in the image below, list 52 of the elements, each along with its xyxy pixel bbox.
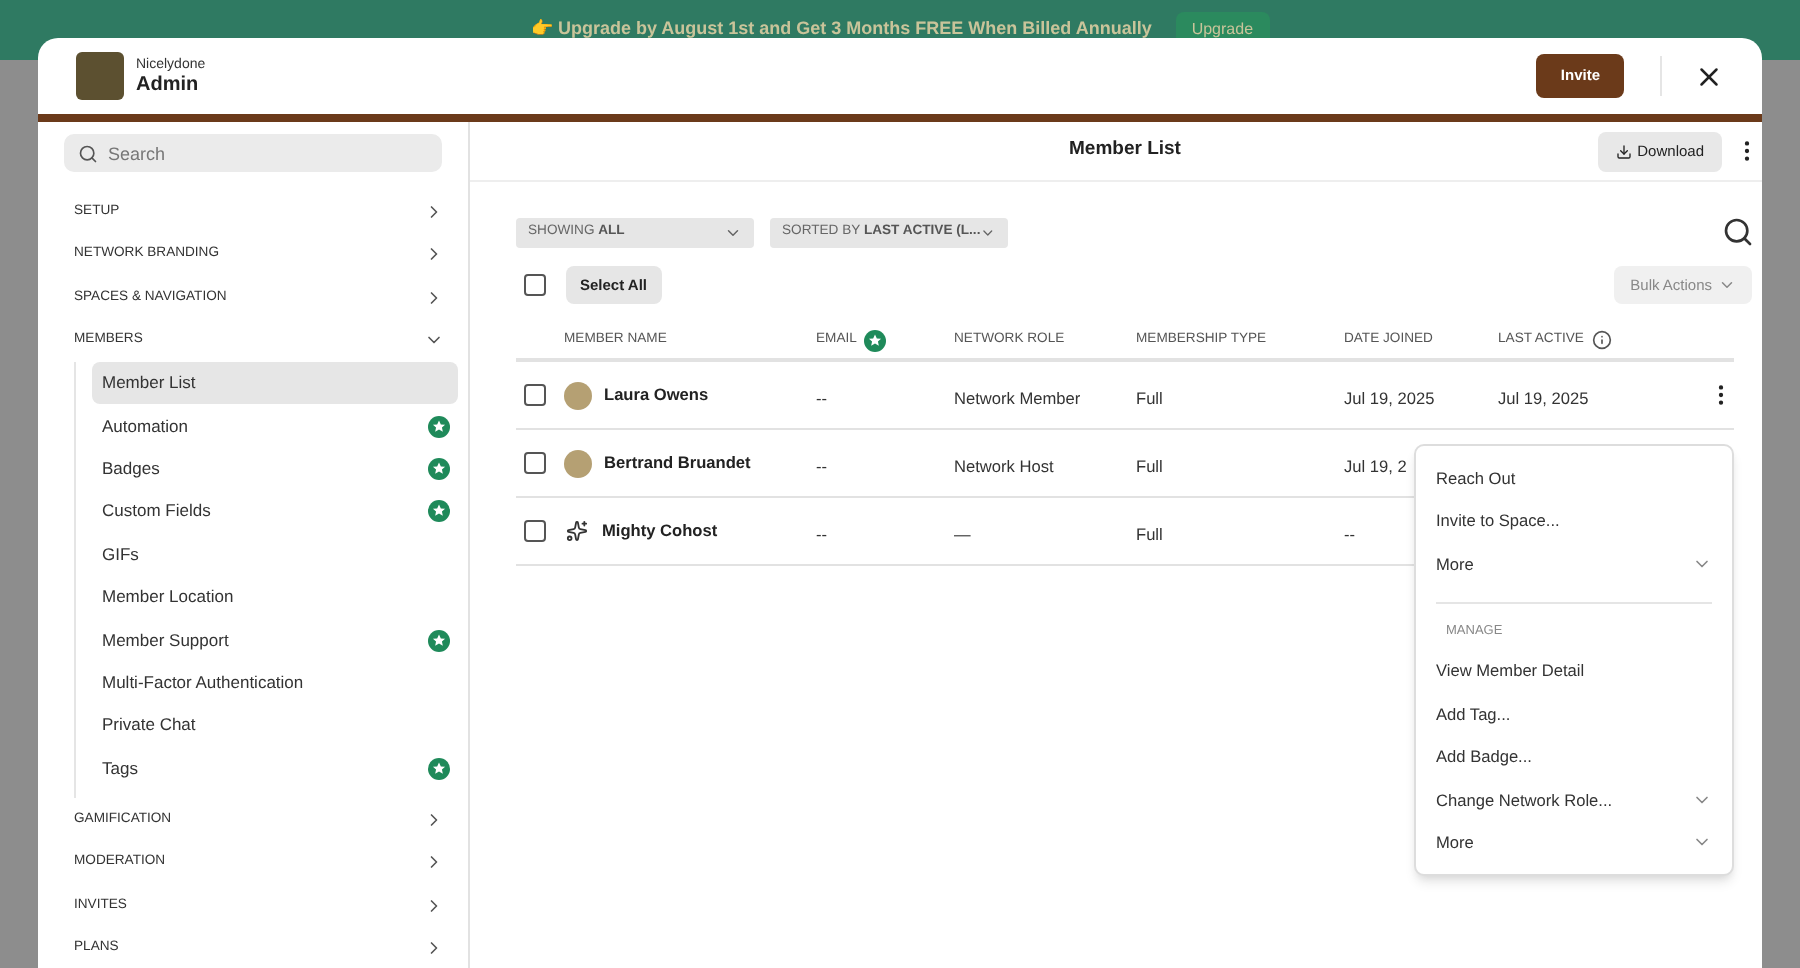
sidebar-item[interactable]: Member Support	[92, 618, 458, 662]
menu-item[interactable]: View Member Detail	[1436, 649, 1712, 692]
member-name[interactable]: Mighty Cohost	[602, 518, 718, 544]
sidebar-item[interactable]: Member List	[92, 362, 458, 405]
menu-item[interactable]: Add Tag...	[1436, 692, 1712, 735]
checkbox[interactable]	[524, 274, 546, 296]
modal-title: Admin	[136, 75, 201, 95]
table-cell: Network Member	[954, 387, 1081, 407]
member-name[interactable]: Laura Owens	[604, 382, 709, 408]
sidebar-item[interactable]: Tags	[92, 747, 458, 790]
star-badge-icon	[864, 329, 887, 351]
sidebar-item[interactable]: Automation	[92, 404, 458, 448]
network-logo-placeholder	[76, 52, 124, 100]
menu-item[interactable]: Reach Out	[1416, 456, 1732, 499]
sidebar-item[interactable]: GIFs	[92, 533, 458, 576]
table-cell: --	[816, 387, 828, 407]
sidebar-item[interactable]: Badges	[92, 447, 458, 491]
menu-item[interactable]: Invite to Space...	[1416, 499, 1732, 542]
checkbox[interactable]	[524, 452, 546, 474]
table-cell: Jul 19, 2	[1344, 455, 1407, 475]
avatar-placeholder	[564, 381, 592, 409]
table-cell: Jul 19, 2025	[1498, 387, 1589, 407]
table-cell: Full	[1136, 523, 1163, 543]
banner-text: 👉 Upgrade by August 1st and Get 3 Months FREE When Billed Annually	[530, 16, 1152, 43]
avatar-placeholder	[564, 449, 592, 477]
page-title: Member List	[1069, 136, 1181, 165]
checkbox[interactable]	[524, 384, 546, 406]
search-field[interactable]: Search	[64, 134, 442, 172]
sidebar-item[interactable]: Custom Fields	[92, 490, 458, 534]
member-name[interactable]: Bertrand Bruandet	[604, 450, 751, 476]
download-icon	[1615, 143, 1632, 159]
menu-item[interactable]: Change Network Role...	[1436, 778, 1712, 821]
checkbox[interactable]	[524, 520, 546, 542]
table-cell: Network Host	[954, 455, 1054, 475]
search-icon[interactable]	[1722, 216, 1754, 248]
table-cell: --	[816, 523, 828, 543]
table-cell: —	[954, 523, 971, 543]
table-cell: --	[816, 455, 828, 475]
table-cell: Jul 19, 2025	[1344, 387, 1435, 407]
sparkle-icon	[566, 520, 588, 542]
menu-item[interactable]: More	[1436, 821, 1712, 864]
menu-item[interactable]: More	[1416, 542, 1732, 585]
table-cell: --	[1344, 523, 1356, 543]
chevron-down-icon	[1718, 276, 1736, 294]
search-icon	[78, 144, 98, 164]
menu-item[interactable]: Add Badge...	[1436, 735, 1712, 778]
info-icon	[1591, 330, 1612, 350]
table-cell: Full	[1136, 387, 1163, 407]
sidebar-item[interactable]: Private Chat	[92, 704, 458, 748]
sidebar-item[interactable]: Multi-Factor Authentication	[92, 661, 458, 705]
sidebar-item[interactable]: Member Location	[92, 575, 458, 619]
table-cell: Full	[1136, 455, 1163, 475]
